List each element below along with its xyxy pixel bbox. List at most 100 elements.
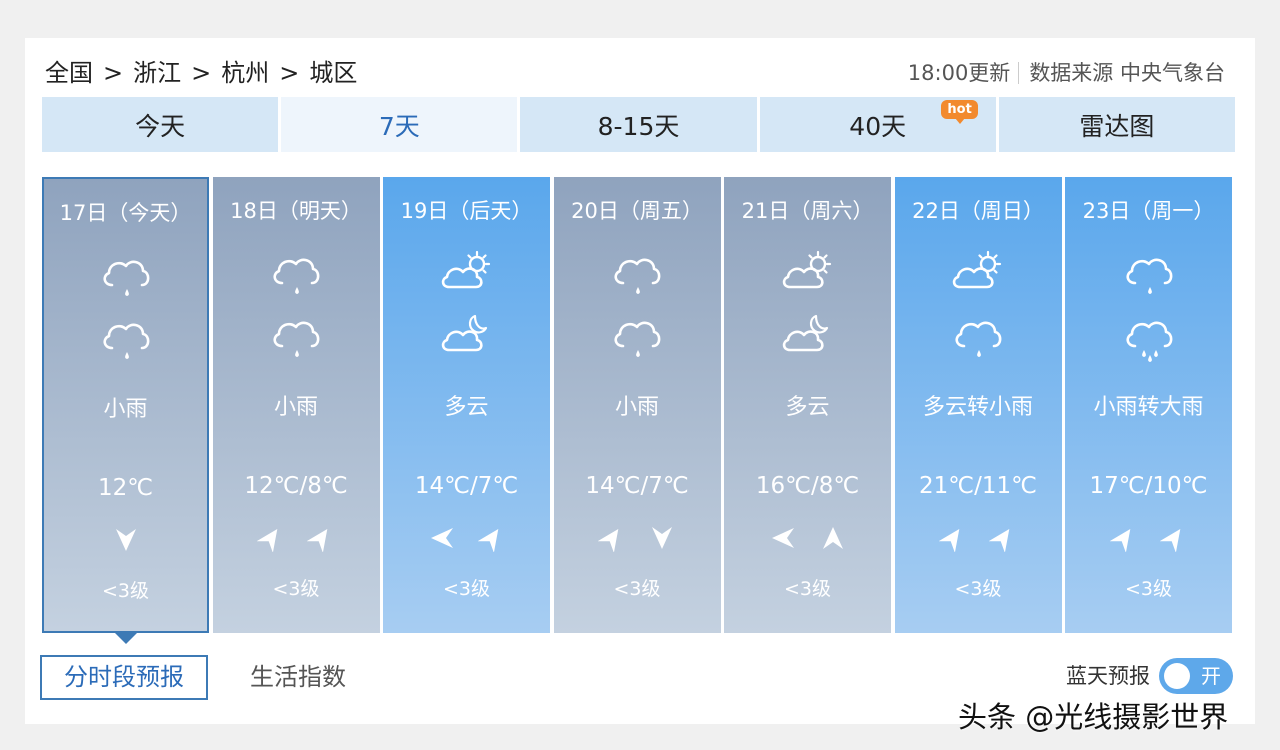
wind-arrow-left-icon xyxy=(769,524,797,556)
watermark: 头条 @光线摄影世界 xyxy=(958,700,1229,734)
wind-arrow-northeast-icon xyxy=(476,524,506,556)
day-column[interactable]: 22日（周日） 多云转小雨 21℃/11℃ <3级 xyxy=(894,177,1062,633)
weather-description: 小雨 xyxy=(614,395,659,420)
temperature: 12℃ xyxy=(97,475,154,501)
tab-today[interactable]: 今天 xyxy=(42,97,279,152)
wind-arrow-northeast-icon xyxy=(306,524,335,556)
sun-cloud-icon xyxy=(778,247,838,307)
heavy-rain-cloud-icon xyxy=(1119,310,1179,370)
hourly-forecast-tab[interactable]: 分时段预报 xyxy=(40,655,208,700)
breadcrumb-province[interactable]: 浙江 xyxy=(133,59,181,87)
rain-cloud-icon xyxy=(266,247,326,307)
wind-arrow-northeast-icon xyxy=(988,524,1017,556)
day-column[interactable]: 23日（周一） 小雨转大雨 17℃/10℃ <3级 xyxy=(1065,177,1232,633)
wind-level: <3级 xyxy=(954,578,1002,600)
tab-7-days[interactable]: 7天 xyxy=(281,97,518,152)
wind-level: <3级 xyxy=(613,578,661,600)
forecast-tabs: 今天 7天 8-15天 40天 hot 雷达图 xyxy=(42,97,1236,152)
life-index-tab[interactable]: 生活指数 xyxy=(250,655,346,700)
wind-level: <3级 xyxy=(442,578,490,600)
wind-direction xyxy=(44,526,207,558)
day-column[interactable]: 17日（今天） 小雨 12℃ <3级 xyxy=(42,177,209,633)
day-title: 17日（今天） xyxy=(59,201,192,225)
toggle-knob xyxy=(1164,663,1190,689)
hot-badge: hot xyxy=(941,100,978,124)
wind-direction xyxy=(213,524,380,556)
wind-direction xyxy=(1065,524,1232,556)
day-title: 19日（后天） xyxy=(400,199,533,223)
tab-label: 40天 xyxy=(849,111,907,141)
breadcrumb-district: 城区 xyxy=(309,59,358,87)
blue-sky-toggle[interactable]: 开 xyxy=(1159,658,1233,694)
breadcrumb: 全国 > 浙江 > 杭州 > 城区 xyxy=(45,56,357,90)
day-title: 22日（周日） xyxy=(912,199,1044,223)
breadcrumb-city[interactable]: 杭州 xyxy=(221,59,269,87)
wind-arrow-down-icon xyxy=(648,524,676,556)
breadcrumb-country[interactable]: 全国 xyxy=(45,59,93,87)
wind-arrow-northeast-icon xyxy=(256,524,285,556)
rain-cloud-icon xyxy=(96,249,156,309)
rain-cloud-icon xyxy=(266,310,326,370)
wind-arrow-up-icon xyxy=(819,524,847,556)
tab-radar[interactable]: 雷达图 xyxy=(998,97,1236,152)
rain-cloud-icon xyxy=(607,310,667,370)
breadcrumb-separator: > xyxy=(279,59,300,87)
day-column[interactable]: 20日（周五） 小雨 14℃/7℃ <3级 xyxy=(553,177,721,633)
breadcrumb-separator: > xyxy=(191,59,212,87)
wind-arrow-northeast-icon xyxy=(938,524,967,556)
breadcrumb-separator: > xyxy=(103,59,124,87)
tab-label: 7天 xyxy=(378,111,420,141)
wind-arrow-northeast-icon xyxy=(1158,524,1188,556)
day-column[interactable]: 19日（后天） 多云 14℃/7℃ <3级 xyxy=(383,177,550,633)
temperature: 16℃/8℃ xyxy=(755,473,860,499)
wind-direction xyxy=(895,524,1062,556)
wind-level: <3级 xyxy=(101,580,149,602)
sun-cloud-icon xyxy=(948,247,1008,307)
tab-40-days[interactable]: 40天 hot xyxy=(759,97,996,152)
temperature: 14℃/7℃ xyxy=(585,473,689,499)
temperature: 21℃/11℃ xyxy=(919,473,1037,499)
wind-level: <3级 xyxy=(783,578,831,600)
rain-cloud-icon xyxy=(96,312,156,372)
rain-cloud-icon xyxy=(948,310,1008,370)
data-source: 数据来源 中央气象台 xyxy=(1029,61,1225,85)
temperature: 17℃/10℃ xyxy=(1089,473,1208,499)
sun-cloud-icon xyxy=(437,247,497,307)
day-title: 18日（明天） xyxy=(230,199,362,223)
day-title: 21日（周六） xyxy=(741,199,874,223)
weather-description: 小雨转大雨 xyxy=(1093,395,1204,420)
tab-label: 今天 xyxy=(135,111,186,141)
wind-level: <3级 xyxy=(1124,578,1172,600)
weather-description: 多云 xyxy=(444,395,489,420)
weather-description: 多云 xyxy=(785,395,830,420)
moon-cloud-icon xyxy=(437,310,497,370)
day-column[interactable]: 21日（周六） 多云 16℃/8℃ <3级 xyxy=(724,177,891,633)
wind-level: <3级 xyxy=(272,578,320,600)
daily-forecast: 17日（今天） 小雨 12℃ <3级 18日（明天） 小雨 12℃/8℃ <3级 19日（后天）… xyxy=(42,177,1234,633)
weather-description: 小雨 xyxy=(103,397,148,422)
temperature: 12℃/8℃ xyxy=(244,473,348,499)
day-column[interactable]: 18日（明天） 小雨 12℃/8℃ <3级 xyxy=(212,177,380,633)
wind-arrow-left-icon xyxy=(428,524,456,556)
divider xyxy=(1018,62,1020,84)
wind-direction xyxy=(724,524,891,556)
moon-cloud-icon xyxy=(778,310,838,370)
weather-description: 多云转小雨 xyxy=(922,395,1033,420)
wind-arrow-northeast-icon xyxy=(1108,524,1138,556)
rain-cloud-icon xyxy=(607,247,667,307)
blue-sky-forecast-label: 蓝天预报 xyxy=(1066,664,1150,688)
update-time: 18:00更新 xyxy=(907,61,1011,85)
rain-cloud-icon xyxy=(1119,247,1179,307)
day-title: 23日（周一） xyxy=(1082,199,1215,223)
tab-label: 雷达图 xyxy=(1079,111,1155,141)
wind-arrow-northeast-icon xyxy=(597,524,626,556)
update-info: 18:00更新 数据来源 中央气象台 xyxy=(908,56,1225,90)
toggle-label: 开 xyxy=(1201,664,1221,688)
tab-label: 8-15天 xyxy=(597,111,680,141)
temperature: 14℃/7℃ xyxy=(414,473,519,499)
weather-description: 小雨 xyxy=(273,395,318,420)
day-title: 20日（周五） xyxy=(571,199,703,223)
tab-8-15-days[interactable]: 8-15天 xyxy=(520,97,757,152)
wind-arrow-down-icon xyxy=(112,526,140,558)
wind-direction xyxy=(383,524,550,556)
